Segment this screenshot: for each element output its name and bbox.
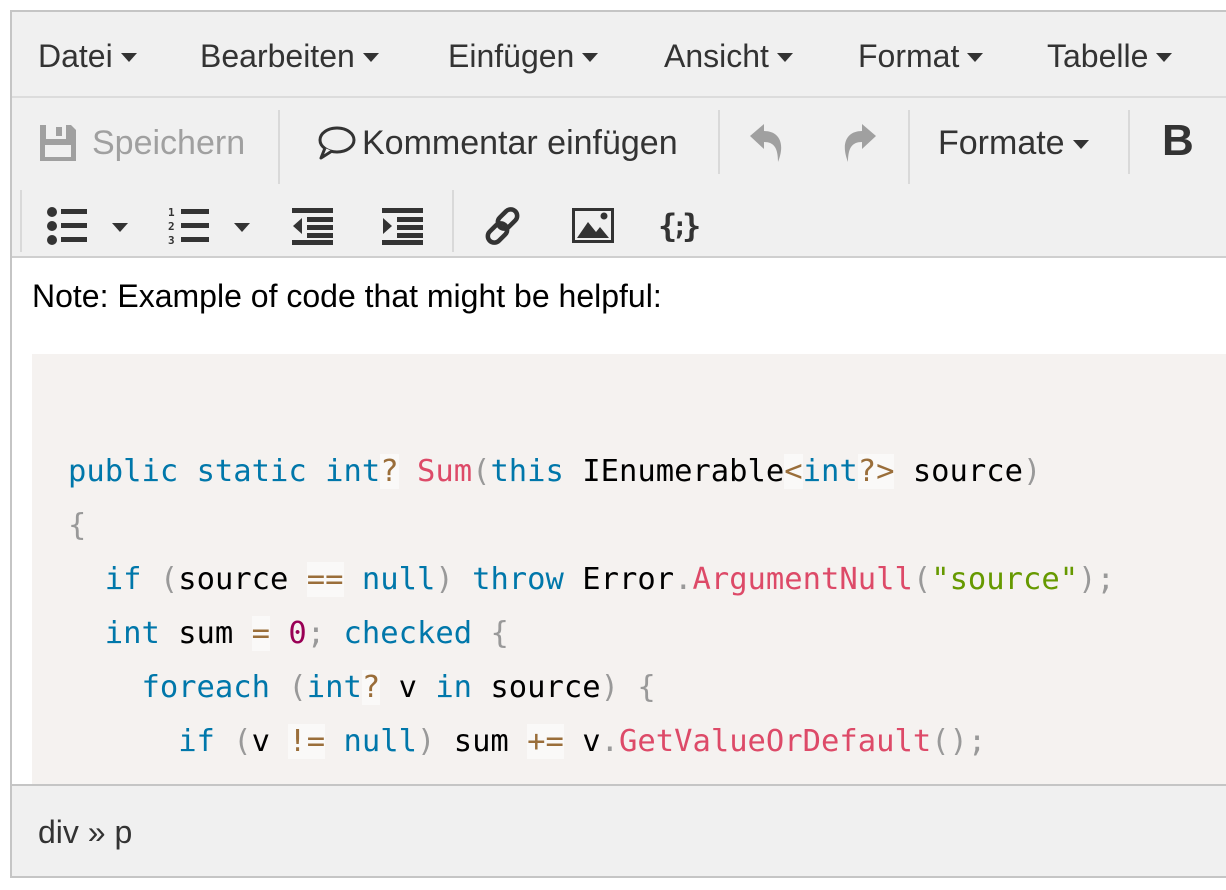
- code-sample-icon: {;}: [658, 207, 702, 245]
- menu-bearbeiten[interactable]: Bearbeiten: [200, 36, 379, 76]
- toolbar-separator: [1128, 110, 1130, 174]
- indent-button[interactable]: [382, 204, 424, 248]
- save-button[interactable]: Speichern: [38, 120, 245, 166]
- toolbar: Speichern Kommentar einfügen Formate B 1…: [12, 98, 1226, 258]
- editor-content-area[interactable]: Note: Example of code that might be help…: [12, 258, 1226, 784]
- caret-down-icon: [1156, 52, 1173, 62]
- outdent-icon: [292, 206, 334, 246]
- redo-icon: [838, 122, 878, 164]
- speech-bubble-icon: [316, 124, 356, 162]
- numbered-list-icon: 123: [168, 206, 210, 246]
- caret-down-icon: [362, 52, 379, 62]
- statusbar: div » p: [12, 784, 1226, 876]
- insert-image-button[interactable]: [572, 204, 614, 248]
- caret-down-icon: [967, 52, 984, 62]
- bullet-list-icon: [46, 206, 88, 246]
- save-label: Speichern: [92, 123, 246, 162]
- caret-down-icon: [1072, 139, 1089, 149]
- image-icon: [572, 208, 614, 244]
- menu-label: Datei: [38, 37, 113, 74]
- insert-comment-button[interactable]: Kommentar einfügen: [316, 120, 678, 166]
- outdent-button[interactable]: [292, 204, 334, 248]
- undo-icon: [748, 122, 788, 164]
- menu-label: Einfügen: [448, 37, 575, 74]
- numbered-list-button[interactable]: 123: [168, 204, 210, 248]
- formats-label: Formate: [938, 123, 1065, 162]
- numbered-list-options[interactable]: [234, 204, 250, 248]
- toolbar-separator: [718, 110, 720, 174]
- caret-down-icon: [234, 222, 250, 232]
- link-icon: [482, 205, 524, 247]
- floppy-disk-icon: [38, 123, 78, 163]
- menu-einfuegen[interactable]: Einfügen: [448, 36, 599, 76]
- caret-down-icon: [112, 222, 128, 232]
- undo-button[interactable]: [748, 120, 788, 166]
- svg-text:3: 3: [168, 234, 175, 246]
- menu-format[interactable]: Format: [858, 36, 984, 76]
- caret-down-icon: [120, 52, 137, 62]
- menubar: Datei Bearbeiten Einfügen Ansicht Format…: [12, 12, 1226, 98]
- menu-label: Bearbeiten: [200, 37, 355, 74]
- element-path[interactable]: div » p: [38, 814, 132, 851]
- caret-down-icon: [582, 52, 599, 62]
- menu-label: Ansicht: [664, 37, 769, 74]
- comment-label: Kommentar einfügen: [362, 123, 678, 162]
- code-line: public static int? Sum(this IEnumerable<…: [68, 454, 1042, 489]
- svg-text:}: }: [682, 207, 701, 245]
- menu-ansicht[interactable]: Ansicht: [664, 36, 793, 76]
- code-line: if (v != null) sum += v.GetValueOrDefaul…: [178, 724, 987, 759]
- toolbar-separator: [908, 110, 910, 184]
- svg-text:1: 1: [168, 206, 175, 219]
- toolbar-separator: [20, 190, 22, 252]
- rich-text-editor: Datei Bearbeiten Einfügen Ansicht Format…: [10, 10, 1226, 878]
- bold-icon: B: [1162, 116, 1194, 165]
- menu-label: Format: [858, 37, 960, 74]
- indent-icon: [382, 206, 424, 246]
- caret-down-icon: [776, 52, 793, 62]
- code-line: if (source == null) throw Error.Argument…: [104, 562, 1115, 597]
- code-sample-button[interactable]: {;}: [658, 204, 702, 248]
- insert-link-button[interactable]: [482, 204, 524, 248]
- bullet-list-options[interactable]: [112, 204, 128, 248]
- menu-tabelle[interactable]: Tabelle: [1047, 36, 1173, 76]
- redo-button[interactable]: [838, 120, 878, 166]
- bold-button[interactable]: B: [1162, 116, 1194, 166]
- code-block[interactable]: public static int? Sum(this IEnumerable<…: [32, 354, 1226, 784]
- menu-label: Tabelle: [1047, 37, 1149, 74]
- toolbar-separator: [278, 110, 280, 184]
- code-line: int sum = 0; checked {: [104, 616, 509, 651]
- toolbar-separator: [452, 190, 454, 252]
- formats-dropdown[interactable]: Formate: [938, 120, 1089, 166]
- menu-datei[interactable]: Datei: [38, 36, 137, 76]
- bullet-list-button[interactable]: [46, 204, 88, 248]
- code-line: foreach (int? v in source) {: [141, 670, 656, 705]
- code-line: {: [68, 508, 87, 543]
- note-paragraph: Note: Example of code that might be help…: [32, 278, 662, 314]
- svg-text:2: 2: [168, 220, 175, 233]
